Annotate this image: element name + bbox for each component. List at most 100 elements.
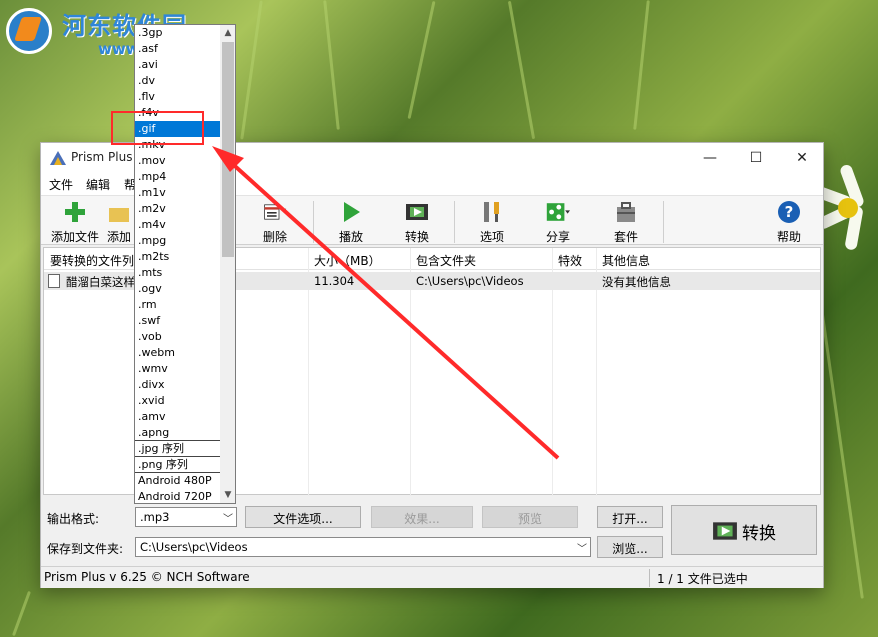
save-folder-label: 保存到文件夹:	[47, 542, 124, 556]
add-files-label: 添加文件	[50, 230, 99, 244]
minimize-icon: —	[703, 150, 717, 166]
svg-text:?: ?	[785, 203, 794, 221]
output-format-dropdown[interactable]: .3gp .asf .avi .dv .flv .f4v .gif .mkv .…	[134, 24, 236, 504]
cell-size: 11.304	[314, 274, 355, 288]
list-item[interactable]: .xvid	[135, 393, 220, 409]
list-item[interactable]: .mpg	[135, 233, 220, 249]
toolbar-separator	[454, 201, 455, 243]
column-info[interactable]: 其他信息	[602, 252, 650, 269]
file-options-button[interactable]: 文件选项...	[245, 506, 361, 528]
list-item[interactable]: .mp4	[135, 169, 220, 185]
convert-toolbar-label: 转换	[404, 230, 429, 244]
list-item[interactable]: .m2ts	[135, 249, 220, 265]
suite-label: 套件	[613, 230, 638, 244]
convert-toolbar-button[interactable]: 转换	[388, 198, 446, 244]
delete-list-icon	[264, 204, 287, 220]
save-folder-path: C:\Users\pc\Videos	[140, 540, 248, 554]
tools-icon	[484, 202, 499, 222]
close-button[interactable]: ✕	[779, 143, 825, 173]
effects-button[interactable]: 效果...	[371, 506, 473, 528]
output-format-select[interactable]: .mp3 ﹀	[135, 507, 237, 527]
list-item[interactable]: .m2v	[135, 201, 220, 217]
list-item[interactable]: .swf	[135, 313, 220, 329]
list-item[interactable]: .m1v	[135, 185, 220, 201]
list-item[interactable]: .avi	[135, 57, 220, 73]
list-item[interactable]: .ogv	[135, 281, 220, 297]
maximize-button[interactable]: ☐	[733, 143, 779, 173]
options-button[interactable]: 选项	[463, 198, 521, 244]
play-label: 播放	[338, 230, 363, 244]
delete-label: 删除	[262, 230, 287, 244]
list-item[interactable]: .dv	[135, 73, 220, 89]
status-bar: Prism Plus v 6.25 © NCH Software 1 / 1 文…	[41, 566, 823, 588]
status-divider	[649, 569, 650, 587]
list-item[interactable]: Android 720P	[135, 489, 220, 503]
options-label: 选项	[479, 230, 504, 244]
toolbar-separator	[313, 201, 314, 243]
output-format-value: .mp3	[140, 510, 170, 524]
list-item[interactable]: .mov	[135, 153, 220, 169]
highlight-box	[111, 111, 204, 145]
convert-film-icon	[713, 522, 737, 540]
list-item[interactable]: .rm	[135, 297, 220, 313]
app-icon	[50, 151, 66, 165]
scrollbar-thumb[interactable]	[222, 42, 234, 257]
save-folder-select[interactable]: C:\Users\pc\Videos ﹀	[135, 537, 591, 557]
play-icon	[344, 202, 360, 222]
add-folder-button[interactable]: 添加	[101, 198, 137, 244]
column-effects[interactable]: 特效	[558, 252, 582, 269]
share-icon	[546, 203, 570, 221]
menu-file[interactable]: 文件	[49, 176, 73, 193]
list-item[interactable]: .asf	[135, 41, 220, 57]
chevron-down-icon: ﹀	[577, 544, 587, 555]
file-icon	[48, 274, 60, 288]
list-item[interactable]: .webm	[135, 345, 220, 361]
suite-button[interactable]: 套件	[597, 198, 655, 244]
convert-button[interactable]: 转换	[671, 505, 817, 555]
list-item[interactable]: .png 序列	[135, 457, 220, 473]
convert-film-icon	[406, 204, 428, 220]
add-files-button[interactable]: 添加文件	[46, 198, 104, 244]
list-item[interactable]: .vob	[135, 329, 220, 345]
column-file-name[interactable]: 要转换的文件列表	[50, 252, 146, 269]
list-item[interactable]: .wmv	[135, 361, 220, 377]
list-item[interactable]: Android 480P	[135, 473, 220, 489]
add-folder-icon	[109, 208, 129, 222]
close-icon: ✕	[796, 150, 808, 166]
help-label: 帮助	[776, 230, 801, 244]
maximize-icon: ☐	[749, 150, 763, 166]
preview-button[interactable]: 预览	[482, 506, 578, 528]
dropdown-scrollbar[interactable]: ▲ ▼	[220, 25, 235, 503]
cell-file-name: 醋溜白菜这样	[66, 275, 135, 289]
list-item[interactable]: .divx	[135, 377, 220, 393]
scroll-up-arrow-icon[interactable]: ▲	[220, 25, 235, 41]
add-icon	[65, 202, 85, 222]
list-item[interactable]: .m4v	[135, 217, 220, 233]
status-selection: 1 / 1 文件已选中	[657, 572, 748, 586]
help-button[interactable]: ? 帮助	[760, 198, 818, 244]
open-button[interactable]: 打开...	[597, 506, 663, 528]
play-button[interactable]: 播放	[322, 198, 380, 244]
help-icon: ?	[778, 201, 800, 223]
share-label: 分享	[545, 230, 570, 244]
convert-button-label: 转换	[742, 524, 776, 544]
list-item[interactable]: .apng	[135, 425, 220, 441]
column-folder[interactable]: 包含文件夹	[416, 252, 476, 269]
list-item[interactable]: .amv	[135, 409, 220, 425]
list-item[interactable]: .flv	[135, 89, 220, 105]
suite-bag-icon	[617, 202, 635, 222]
column-size[interactable]: 大小（MB）	[314, 252, 381, 269]
minimize-button[interactable]: —	[687, 143, 733, 173]
cell-folder: C:\Users\pc\Videos	[416, 274, 524, 288]
menu-edit[interactable]: 编辑	[86, 176, 110, 193]
toolbar-separator	[663, 201, 664, 243]
share-button[interactable]: 分享	[529, 198, 587, 244]
scroll-down-arrow-icon[interactable]: ▼	[220, 487, 235, 503]
list-item[interactable]: .3gp	[135, 25, 220, 41]
delete-button[interactable]: 删除	[246, 198, 304, 244]
browse-button[interactable]: 浏览...	[597, 536, 663, 558]
list-item[interactable]: .mts	[135, 265, 220, 281]
chevron-down-icon: ﹀	[223, 514, 233, 525]
list-item[interactable]: .jpg 序列	[135, 441, 220, 457]
add-folder-label: 添加	[106, 230, 131, 244]
